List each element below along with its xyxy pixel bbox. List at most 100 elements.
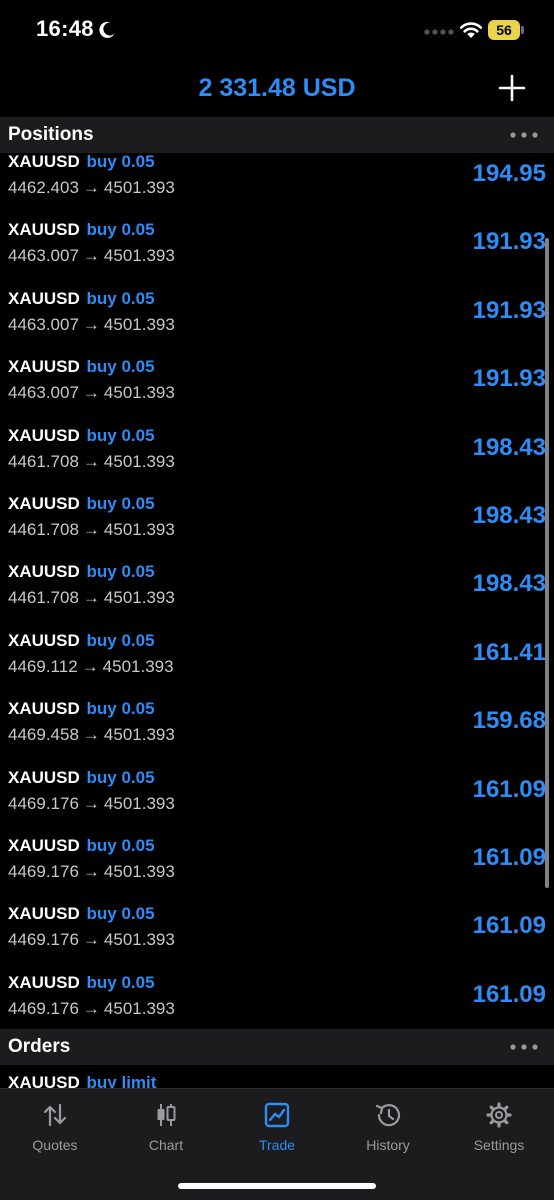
open-price: 4469.112 xyxy=(8,656,78,676)
position-side: buy 0.05 xyxy=(86,562,155,582)
position-row[interactable]: XAUUSD buy 0.05 4469.176 → 4501.393 161.09 xyxy=(0,836,554,904)
position-header: XAUUSD buy 0.05 xyxy=(8,289,155,309)
position-header: XAUUSD buy 0.05 xyxy=(8,357,155,377)
position-header: XAUUSD buy 0.05 xyxy=(8,562,155,582)
tab-label: Trade xyxy=(258,1137,296,1153)
current-price: 4501.393 xyxy=(103,246,175,266)
gear-icon xyxy=(486,1102,512,1128)
arrow-right-icon: → xyxy=(82,998,100,1018)
position-symbol: XAUUSD xyxy=(8,357,80,377)
current-price: 4501.393 xyxy=(103,451,175,471)
battery-cap xyxy=(521,26,524,34)
position-row[interactable]: XAUUSD buy 0.05 4461.708 → 4501.393 198.43 xyxy=(0,562,554,630)
current-price: 4501.393 xyxy=(103,998,175,1018)
position-profit: 191.93 xyxy=(472,228,546,256)
open-price: 4469.176 xyxy=(8,862,79,881)
open-price: 4462.403 xyxy=(8,178,79,197)
position-profit: 198.43 xyxy=(472,433,546,461)
position-row[interactable]: XAUUSD buy 0.05 4469.176 → 4501.393 161.09 xyxy=(0,904,554,972)
position-side: buy 0.05 xyxy=(86,767,155,787)
more-options-icon[interactable] xyxy=(508,127,540,143)
status-time: 16:48 xyxy=(36,16,94,41)
position-symbol: XAUUSD xyxy=(8,972,80,992)
position-side: buy 0.05 xyxy=(86,425,155,445)
positions-section-header: Positions xyxy=(0,117,554,153)
open-price: 4469.458 xyxy=(8,725,79,745)
history-icon xyxy=(375,1104,401,1127)
position-symbol: XAUUSD xyxy=(8,630,80,650)
position-profit: 161.09 xyxy=(472,912,546,940)
current-price: 4501.393 xyxy=(102,656,174,676)
arrow-right-icon: → xyxy=(82,520,100,539)
position-profit: 191.93 xyxy=(472,296,546,324)
position-side: buy 0.05 xyxy=(86,152,155,171)
position-row[interactable]: XAUUSD buy 0.05 4469.176 → 4501.393 161.09 xyxy=(0,973,554,1030)
open-price: 4463.007 xyxy=(8,314,79,334)
position-header: XAUUSD buy 0.05 xyxy=(8,220,155,240)
open-price: 4461.708 xyxy=(8,520,79,539)
position-symbol: XAUUSD xyxy=(8,220,80,240)
position-prices: 4461.708 → 4501.393 xyxy=(8,452,175,472)
current-price: 4501.393 xyxy=(103,383,175,403)
orders-title: Orders xyxy=(8,1036,71,1057)
current-price: 4501.393 xyxy=(103,930,175,950)
position-symbol: XAUUSD xyxy=(8,904,80,924)
position-symbol: XAUUSD xyxy=(8,699,80,719)
wifi-icon xyxy=(459,22,483,38)
more-options-icon[interactable] xyxy=(508,1039,540,1055)
tab-chart[interactable]: Chart xyxy=(111,1089,221,1169)
position-row[interactable]: XAUUSD buy 0.05 4469.176 → 4501.393 161.09 xyxy=(0,768,554,836)
positions-title: Positions xyxy=(8,124,94,145)
position-prices: 4461.708 → 4501.393 xyxy=(8,520,175,540)
position-profit: 198.43 xyxy=(472,570,546,598)
position-header: XAUUSD buy 0.05 xyxy=(8,494,155,514)
arrow-right-icon: → xyxy=(82,725,100,745)
tab-history[interactable]: History xyxy=(333,1089,443,1169)
position-prices: 4462.403 → 4501.393 xyxy=(8,178,175,198)
position-header: XAUUSD buy 0.05 xyxy=(8,973,155,993)
position-header: XAUUSD buy 0.05 xyxy=(8,152,155,172)
position-side: buy 0.05 xyxy=(86,630,155,650)
home-indicator[interactable] xyxy=(178,1183,376,1189)
arrow-right-icon: → xyxy=(82,383,100,403)
tab-settings[interactable]: Settings xyxy=(444,1089,554,1169)
signal-icon xyxy=(424,29,454,35)
position-header: XAUUSD buy 0.05 xyxy=(8,699,155,719)
position-row[interactable]: XAUUSD buy 0.05 4461.708 → 4501.393 198.43 xyxy=(0,426,554,494)
tab-trade[interactable]: Trade xyxy=(222,1089,332,1169)
position-row[interactable]: XAUUSD buy 0.05 4469.458 → 4501.393 159.68 xyxy=(0,699,554,767)
position-symbol: XAUUSD xyxy=(8,494,80,513)
orders-section-header: Orders xyxy=(0,1029,554,1065)
account-balance: 2 331.48 USD xyxy=(198,74,356,102)
tab-label: History xyxy=(366,1137,410,1153)
tab-quotes[interactable]: Quotes xyxy=(0,1089,110,1169)
current-price: 4501.393 xyxy=(103,178,175,197)
trade-chart-icon xyxy=(264,1102,290,1128)
position-profit: 161.09 xyxy=(472,844,546,871)
position-row[interactable]: XAUUSD buy 0.05 4461.708 → 4501.393 198.43 xyxy=(0,494,554,562)
position-symbol: XAUUSD xyxy=(8,767,80,787)
open-price: 4469.176 xyxy=(8,998,79,1018)
position-row[interactable]: XAUUSD buy 0.05 4463.007 → 4501.393 191.93 xyxy=(0,220,554,288)
position-symbol: XAUUSD xyxy=(8,562,80,582)
position-symbol: XAUUSD xyxy=(8,425,80,445)
position-row[interactable]: XAUUSD buy 0.05 4463.007 → 4501.393 191.93 xyxy=(0,289,554,357)
open-price: 4463.007 xyxy=(8,246,79,266)
position-prices: 4469.458 → 4501.393 xyxy=(8,725,175,745)
position-side: buy 0.05 xyxy=(86,972,155,992)
plus-icon[interactable] xyxy=(496,72,528,104)
position-header: XAUUSD buy 0.05 xyxy=(8,904,155,924)
scrollbar[interactable] xyxy=(545,238,549,888)
position-side: buy 0.05 xyxy=(86,904,155,924)
positions-list[interactable]: XAUUSD buy 0.05 4462.403 → 4501.393 194.95 XA… xyxy=(0,152,554,1030)
open-price: 4469.176 xyxy=(8,930,79,950)
position-row[interactable]: XAUUSD buy 0.05 4462.403 → 4501.393 194.95 xyxy=(0,152,554,220)
quotes-icon xyxy=(43,1103,67,1127)
open-price: 4461.708 xyxy=(8,588,79,608)
arrow-right-icon: → xyxy=(82,246,100,266)
position-row[interactable]: XAUUSD buy 0.05 4463.007 → 4501.393 191.93 xyxy=(0,357,554,425)
position-row[interactable]: XAUUSD buy 0.05 4469.112 → 4501.393 161.41 xyxy=(0,631,554,699)
current-price: 4501.393 xyxy=(103,588,175,608)
position-prices: 4463.007 → 4501.393 xyxy=(8,246,175,266)
position-prices: 4469.176 → 4501.393 xyxy=(8,862,175,882)
